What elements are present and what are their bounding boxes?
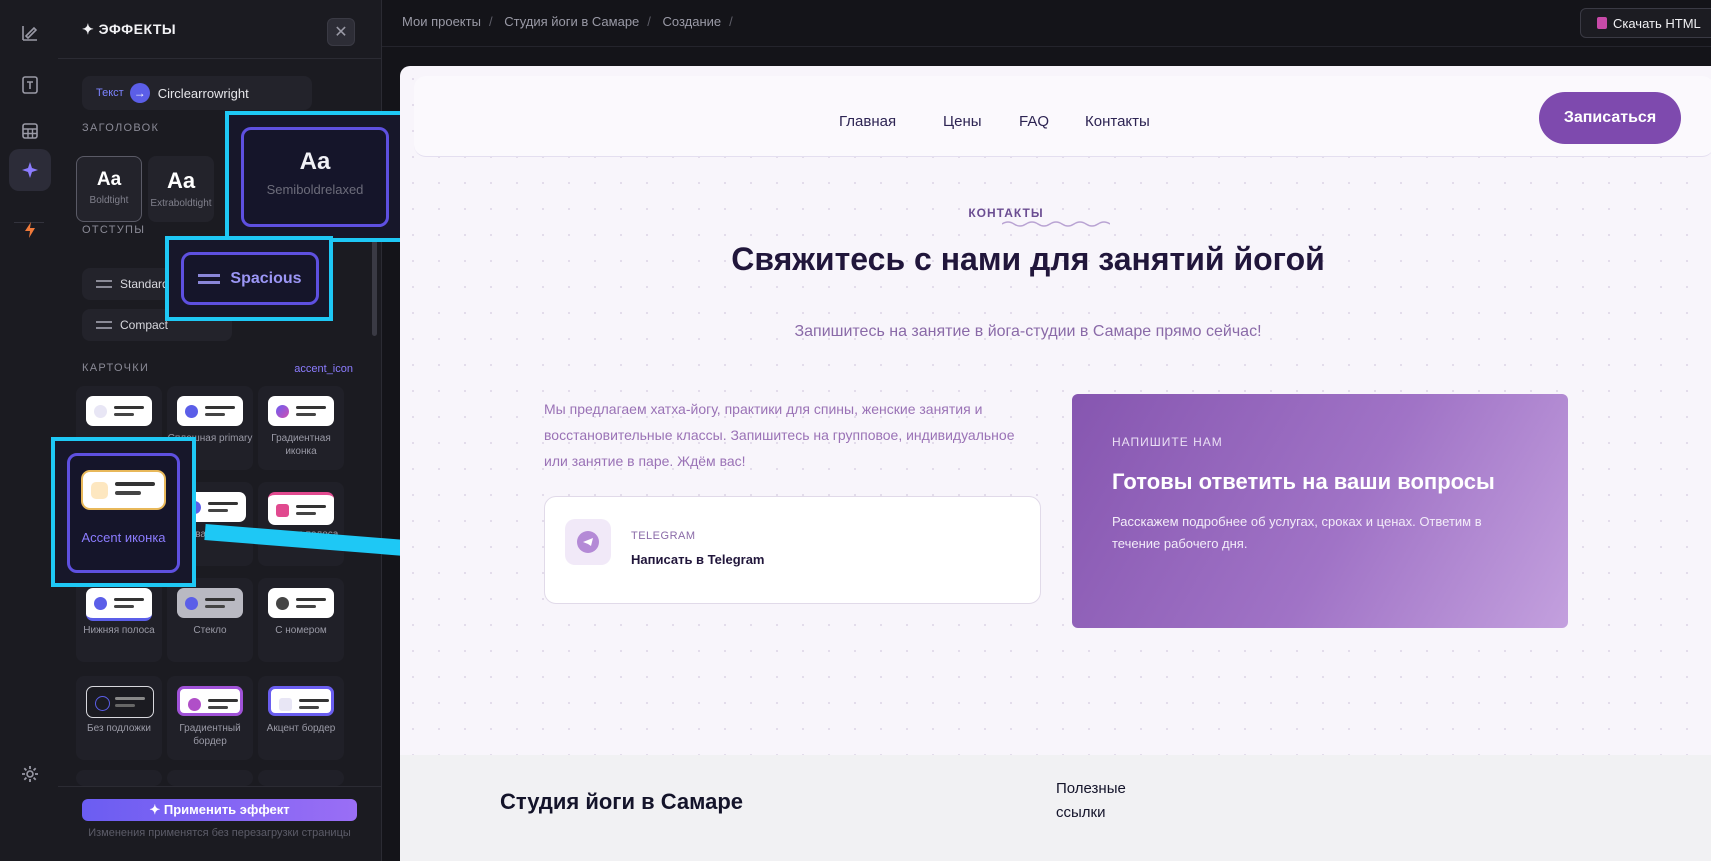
section-heading: Свяжитесь с нами для занятий йогой	[731, 241, 1325, 277]
section-paragraph: Мы предлагаем хатха-йогу, практики для с…	[544, 401, 1015, 469]
footer-links-title: Полезные ссылки	[1056, 780, 1126, 821]
breadcrumb-item[interactable]: Студия йоги в Самаре	[504, 14, 639, 29]
nav-link-contacts[interactable]: Контакты	[1085, 113, 1150, 130]
file-icon	[1597, 17, 1607, 29]
top-bar: Мои проекты / Студия йоги в Самаре / Созда…	[382, 0, 1711, 47]
contact-kicker: НАПИШИТЕ НАМ	[1112, 435, 1223, 449]
telegram-card[interactable]: TELEGRAM Написать в Telegram	[544, 496, 1041, 604]
nav-link-home[interactable]: Главная	[839, 113, 896, 130]
site-nav: Главная Цены FAQ Контакты	[414, 76, 1711, 157]
download-label: Скачать HTML	[1613, 15, 1701, 31]
telegram-text: Написать в Telegram	[631, 552, 765, 567]
breadcrumb: Мои проекты / Студия йоги в Самаре / Созда…	[402, 14, 733, 29]
nav-link-prices[interactable]: Цены	[943, 113, 982, 130]
contact-box: НАПИШИТЕ НАМ Готовы ответить на ваши воп…	[1072, 394, 1568, 628]
breadcrumb-item[interactable]: Создание	[663, 14, 722, 29]
breadcrumb-item[interactable]: Мои проекты	[402, 14, 481, 29]
section-lead: Запишитесь на занятие в йога-студии в Са…	[794, 323, 1262, 340]
contact-title: Готовы ответить на ваши вопросы	[1112, 469, 1495, 494]
signup-button[interactable]: Записаться	[1539, 92, 1681, 144]
telegram-label: TELEGRAM	[631, 530, 696, 542]
site-preview: Главная Цены FAQ Контакты Записаться КОН…	[400, 66, 1711, 861]
telegram-icon	[565, 519, 611, 565]
section-eyebrow: КОНТАКТЫ	[968, 206, 1044, 220]
nav-link-faq[interactable]: FAQ	[1019, 113, 1049, 130]
eyebrow-underline	[1002, 221, 1110, 227]
download-html-button[interactable]: Скачать HTML	[1580, 8, 1711, 38]
site-footer: Студия йоги в Самаре Полезные ссылки	[400, 755, 1711, 861]
footer-brand: Студия йоги в Самаре	[500, 789, 744, 814]
contact-description: Расскажем подробнее об услугах, сроках и…	[1112, 514, 1482, 551]
